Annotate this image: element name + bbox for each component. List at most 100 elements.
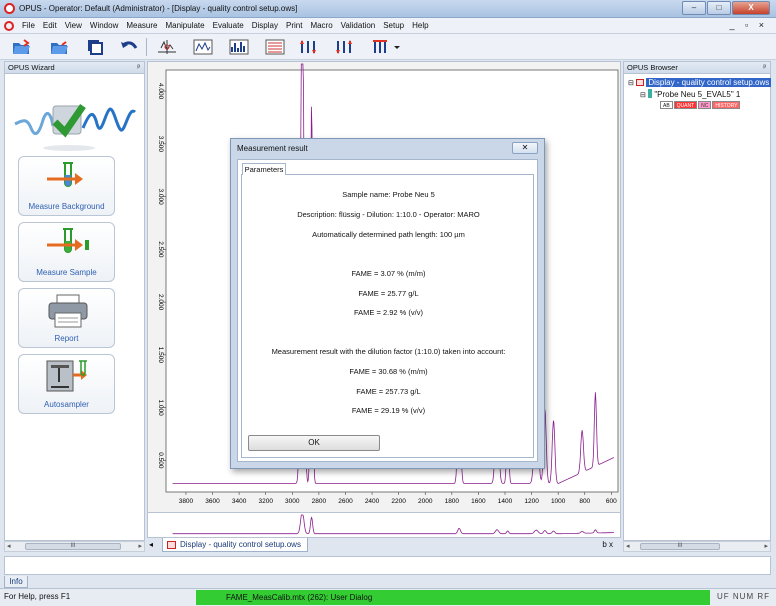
info-panel xyxy=(4,556,771,575)
display-window-icon xyxy=(636,79,645,86)
x-tick-label: 600 xyxy=(606,498,617,505)
menu-help[interactable]: Help xyxy=(408,21,432,30)
display-document-icon xyxy=(167,541,176,549)
ok-button[interactable]: OK xyxy=(248,435,380,451)
title-bar: OPUS - Operator: Default (Administrator)… xyxy=(0,0,776,18)
save-file-icon[interactable] xyxy=(48,37,70,57)
y-tick-label: 2.500 xyxy=(157,241,164,258)
scroll-left-arrow[interactable]: ◂ xyxy=(626,542,630,551)
menu-edit[interactable]: Edit xyxy=(39,21,61,30)
peak-pick-icon[interactable] xyxy=(156,37,178,57)
x-tick-label: 1000 xyxy=(551,498,566,505)
scale-all-icon[interactable] xyxy=(370,37,392,57)
result-gl-text: FAME = 25.77 g/L xyxy=(358,289,419,298)
tree-file-label[interactable]: "Probe Neu 5_EVAL5" 1 xyxy=(654,90,740,99)
tab-parameters[interactable]: Parameters xyxy=(242,163,286,175)
window-copy-icon[interactable] xyxy=(84,37,106,57)
menu-evaluate[interactable]: Evaluate xyxy=(209,21,248,30)
scroll-left-arrow[interactable]: ◂ xyxy=(7,542,11,551)
description-text: Description: flüssig - Dilution: 1:10.0 … xyxy=(297,210,480,219)
tab-close-controls[interactable]: b x xyxy=(602,540,613,549)
autosampler-button[interactable]: Autosampler xyxy=(18,354,115,414)
scroll-thumb[interactable]: III xyxy=(640,543,720,550)
measure-sample-button[interactable]: Measure Sample xyxy=(18,222,115,282)
pin-icon[interactable]: ᵖ xyxy=(763,62,766,74)
menu-macro[interactable]: Macro xyxy=(306,21,336,30)
open-file-icon[interactable] xyxy=(10,37,32,57)
y-tick-label: 3.000 xyxy=(157,188,164,205)
measure-background-label: Measure Background xyxy=(28,202,105,211)
menu-print[interactable]: Print xyxy=(282,21,306,30)
document-tab-strip: ◂ Display - quality control setup.ows b … xyxy=(147,538,621,552)
path-length-text: Automatically determined path length: 10… xyxy=(312,230,465,239)
tree-root-label[interactable]: Display - quality control setup.ows xyxy=(646,78,772,87)
measurement-result-dialog: Measurement result ✕ Parameters Sample n… xyxy=(230,138,545,469)
x-tick-label: 800 xyxy=(579,498,590,505)
opus-app-icon[interactable] xyxy=(4,3,15,14)
status-help-text: For Help, press F1 xyxy=(4,592,71,601)
menu-view[interactable]: View xyxy=(61,21,86,30)
browser-horizontal-scrollbar[interactable]: ◂ III ▸ xyxy=(623,541,771,552)
wizard-horizontal-scrollbar[interactable]: ◂ III ▸ xyxy=(4,541,145,552)
result-mm-text: FAME = 3.07 % (m/m) xyxy=(351,269,426,278)
tab-info[interactable]: Info xyxy=(4,576,28,588)
menu-display[interactable]: Display xyxy=(248,21,282,30)
opus-wizard-panel: OPUS Wizard ᵖ Measure Background Measure… xyxy=(4,61,145,541)
menu-file[interactable]: File xyxy=(18,21,39,30)
integration-icon[interactable] xyxy=(228,37,250,57)
toolbar-dropdown-icon[interactable] xyxy=(392,37,402,57)
menu-measure[interactable]: Measure xyxy=(122,21,161,30)
x-tick-label: 3000 xyxy=(285,498,300,505)
dialog-close-button[interactable]: ✕ xyxy=(512,142,538,154)
data-blocks: AB QUANT NC HISTORY xyxy=(660,101,771,109)
y-tick-label: 1.500 xyxy=(157,347,164,364)
baseline-correction-icon[interactable] xyxy=(192,37,214,57)
menu-window[interactable]: Window xyxy=(86,21,122,30)
pin-icon[interactable]: ᵖ xyxy=(137,62,140,74)
y-tick-label: 1.000 xyxy=(157,399,164,416)
maximize-button[interactable]: □ xyxy=(707,1,731,15)
x-tick-label: 1600 xyxy=(471,498,486,505)
spectrum-overview[interactable] xyxy=(147,512,621,538)
scroll-right-arrow[interactable]: ▸ xyxy=(764,542,768,551)
minimize-button[interactable]: – xyxy=(682,1,706,15)
wizard-panel-title: OPUS Wizard xyxy=(8,63,55,72)
window-controls: – □ X xyxy=(682,1,770,15)
y-tick-label: 2.000 xyxy=(157,294,164,311)
x-tick-label: 2800 xyxy=(312,498,327,505)
tab-label: Display - quality control setup.ows xyxy=(180,540,301,549)
measure-sample-icon xyxy=(47,228,89,253)
zoom-y-icon[interactable] xyxy=(298,37,320,57)
scroll-right-arrow[interactable]: ▸ xyxy=(138,542,142,551)
block-nc[interactable]: NC xyxy=(698,101,712,109)
spectrum-list-icon[interactable] xyxy=(264,37,286,57)
block-quant[interactable]: QUANT xyxy=(673,101,698,109)
document-menu-icon[interactable] xyxy=(4,20,14,31)
y-tick-label: 4.000 xyxy=(157,83,164,100)
report-button[interactable]: Report xyxy=(18,288,115,348)
autosampler-label: Autosampler xyxy=(44,400,89,409)
mdi-window-controls[interactable]: _ ▫ × xyxy=(730,20,768,30)
tab-scroll-left[interactable]: ◂ xyxy=(149,540,153,549)
close-button[interactable]: X xyxy=(732,1,770,15)
block-history[interactable]: HISTORY xyxy=(712,101,741,109)
wizard-panel-header: OPUS Wizard ᵖ xyxy=(5,62,144,74)
measure-background-button[interactable]: Measure Background xyxy=(18,156,115,216)
status-indicators: UF NUM RF xyxy=(717,592,770,601)
tab-display-quality-control[interactable]: Display - quality control setup.ows xyxy=(162,538,308,552)
toolbar xyxy=(0,34,776,60)
menu-validation[interactable]: Validation xyxy=(337,21,380,30)
undo-icon[interactable] xyxy=(118,37,140,57)
toolbar-separator xyxy=(146,38,147,56)
browser-panel-header: OPUS Browser ᵖ xyxy=(624,62,770,74)
zoom-x-icon[interactable] xyxy=(334,37,356,57)
scroll-thumb[interactable]: III xyxy=(25,543,121,550)
block-ab[interactable]: AB xyxy=(660,101,673,109)
menu-setup[interactable]: Setup xyxy=(379,21,408,30)
tree-file[interactable]: ⊟ "Probe Neu 5_EVAL5" 1 xyxy=(628,89,771,100)
dilution-note-text: Measurement result with the dilution fac… xyxy=(271,347,506,356)
browser-panel-title: OPUS Browser xyxy=(627,63,678,72)
browser-tree: ⊟ Display - quality control setup.ows ⊟ … xyxy=(628,78,772,109)
menu-manipulate[interactable]: Manipulate xyxy=(161,21,208,30)
tree-root[interactable]: ⊟ Display - quality control setup.ows xyxy=(628,78,772,89)
